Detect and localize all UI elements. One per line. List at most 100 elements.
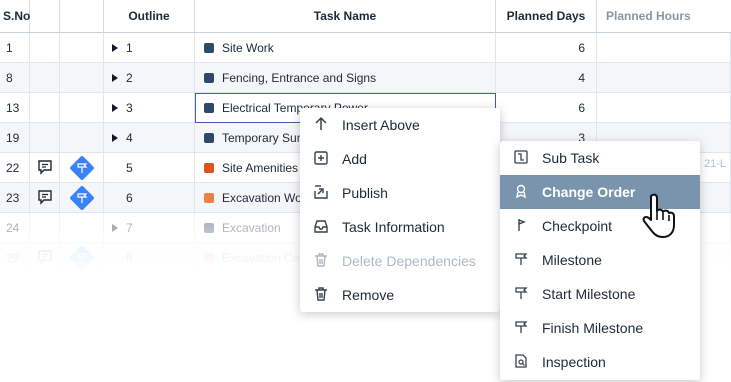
note-indicator-cell	[30, 243, 60, 273]
milestone-indicator-cell	[60, 63, 104, 93]
task-color-swatch	[204, 163, 214, 173]
milestone-diamond-icon	[68, 185, 95, 211]
menu-item-remove[interactable]: Remove	[300, 278, 500, 312]
header-task-name[interactable]: Task Name	[195, 0, 496, 33]
task-color-swatch	[204, 223, 214, 233]
milestone-indicator-cell	[60, 123, 104, 153]
submenu-item-finish-milestone[interactable]: Finish Milestone	[500, 311, 700, 345]
milestone-icon	[513, 251, 529, 270]
planned-days-cell[interactable]: 4	[496, 63, 597, 93]
outline-number: 6	[126, 191, 133, 205]
task-name-text: Site Amenities	[222, 161, 299, 175]
menu-item-label: Publish	[342, 185, 388, 201]
task-color-swatch	[204, 253, 214, 263]
submenu-item-label: Inspection	[542, 354, 606, 370]
menu-item-label: Remove	[342, 287, 395, 303]
table-row[interactable]: 8 2 Fencing, Entrance and Signs 4	[0, 63, 731, 93]
milestone-indicator-cell	[60, 183, 104, 213]
milestone-indicator-cell	[60, 153, 104, 183]
task-name-text: Site Work	[222, 41, 274, 55]
planned-hours-cell[interactable]	[597, 63, 731, 93]
planned-hours-cell[interactable]	[597, 33, 731, 63]
menu-item-add[interactable]: Add	[300, 142, 500, 176]
sno-cell: 19	[0, 123, 30, 153]
trash-icon	[313, 252, 329, 271]
sno-cell: 1	[0, 33, 30, 63]
menu-item-publish[interactable]: Publish	[300, 176, 500, 210]
header-planned-hours[interactable]: Planned Hours	[597, 0, 731, 33]
sno-cell: 8	[0, 63, 30, 93]
submenu-item-label: Change Order	[542, 184, 636, 200]
outline-number: 2	[126, 71, 133, 85]
task-color-swatch	[204, 103, 214, 113]
submenu-item-label: Checkpoint	[542, 218, 613, 234]
outline-number: 5	[126, 161, 133, 175]
task-name-text: Fencing, Entrance and Signs	[222, 71, 377, 85]
comment-icon[interactable]	[37, 189, 53, 208]
menu-item-insert-above[interactable]: Insert Above	[300, 108, 500, 142]
menu-item-task-information[interactable]: Task Information	[300, 210, 500, 244]
expand-arrow-icon[interactable]	[112, 44, 118, 52]
comment-icon[interactable]	[37, 159, 53, 178]
subtask-icon	[513, 149, 529, 168]
publish-icon	[313, 184, 329, 203]
outline-number: 1	[126, 41, 133, 55]
task-color-swatch	[204, 43, 214, 53]
note-indicator-cell	[30, 153, 60, 183]
planned-hours-cell[interactable]	[597, 93, 731, 123]
milestone-diamond-icon	[68, 245, 95, 271]
outline-cell: 3	[104, 93, 195, 123]
header-outline[interactable]: Outline	[104, 0, 195, 33]
outline-number: 4	[126, 131, 133, 145]
expand-arrow-icon[interactable]	[112, 134, 118, 142]
milestone-indicator-cell	[60, 33, 104, 63]
expand-arrow-icon[interactable]	[112, 224, 118, 232]
outline-cell: 8	[104, 243, 195, 273]
hand-cursor-icon	[641, 193, 675, 242]
task-name-cell[interactable]: Fencing, Entrance and Signs	[195, 63, 496, 93]
comment-icon[interactable]	[37, 249, 53, 268]
header-indicator-1	[30, 0, 60, 33]
expand-arrow-icon[interactable]	[112, 74, 118, 82]
task-name-text: Excavation	[222, 221, 281, 235]
milestone-indicator-cell	[60, 213, 104, 243]
trash-icon	[313, 286, 329, 305]
header-indicator-2	[60, 0, 104, 33]
task-name-cell[interactable]: Site Work	[195, 33, 496, 63]
note-indicator-cell	[30, 33, 60, 63]
outline-cell: 7	[104, 213, 195, 243]
menu-item-label: Insert Above	[342, 117, 420, 133]
milestone-indicator-cell	[60, 243, 104, 273]
task-color-swatch	[204, 73, 214, 83]
submenu-item-label: Start Milestone	[542, 286, 636, 302]
table-row[interactable]: 1 1 Site Work 6	[0, 33, 731, 63]
inspection-icon	[513, 353, 529, 372]
expand-arrow-icon[interactable]	[112, 104, 118, 112]
milestone-diamond-icon	[68, 155, 95, 181]
inbox-icon	[313, 218, 329, 237]
outline-number: 3	[126, 101, 133, 115]
submenu-item-start-milestone[interactable]: Start Milestone	[500, 277, 700, 311]
submenu-item-inspection[interactable]: Inspection	[500, 345, 700, 379]
menu-item-label: Delete Dependencies	[342, 253, 476, 269]
outline-cell: 4	[104, 123, 195, 153]
task-color-swatch	[204, 133, 214, 143]
outline-cell: 5	[104, 153, 195, 183]
sno-cell: 24	[0, 213, 30, 243]
sno-cell: 23	[0, 183, 30, 213]
header-planned-days[interactable]: Planned Days	[496, 0, 597, 33]
outline-cell: 6	[104, 183, 195, 213]
sno-cell: 29	[0, 243, 30, 273]
planned-days-cell[interactable]: 6	[496, 93, 597, 123]
submenu-item-milestone[interactable]: Milestone	[500, 243, 700, 277]
finish-milestone-icon	[513, 319, 529, 338]
header-sno[interactable]: S.No	[0, 0, 30, 33]
context-menu: Insert Above Add Publish Task Information De…	[300, 108, 500, 312]
note-indicator-cell	[30, 213, 60, 243]
outline-cell: 1	[104, 33, 195, 63]
planned-days-cell[interactable]: 6	[496, 33, 597, 63]
menu-item-label: Add	[342, 151, 367, 167]
note-indicator-cell	[30, 123, 60, 153]
submenu-item-label: Milestone	[542, 252, 602, 268]
submenu-item-sub-task[interactable]: Sub Task	[500, 141, 700, 175]
